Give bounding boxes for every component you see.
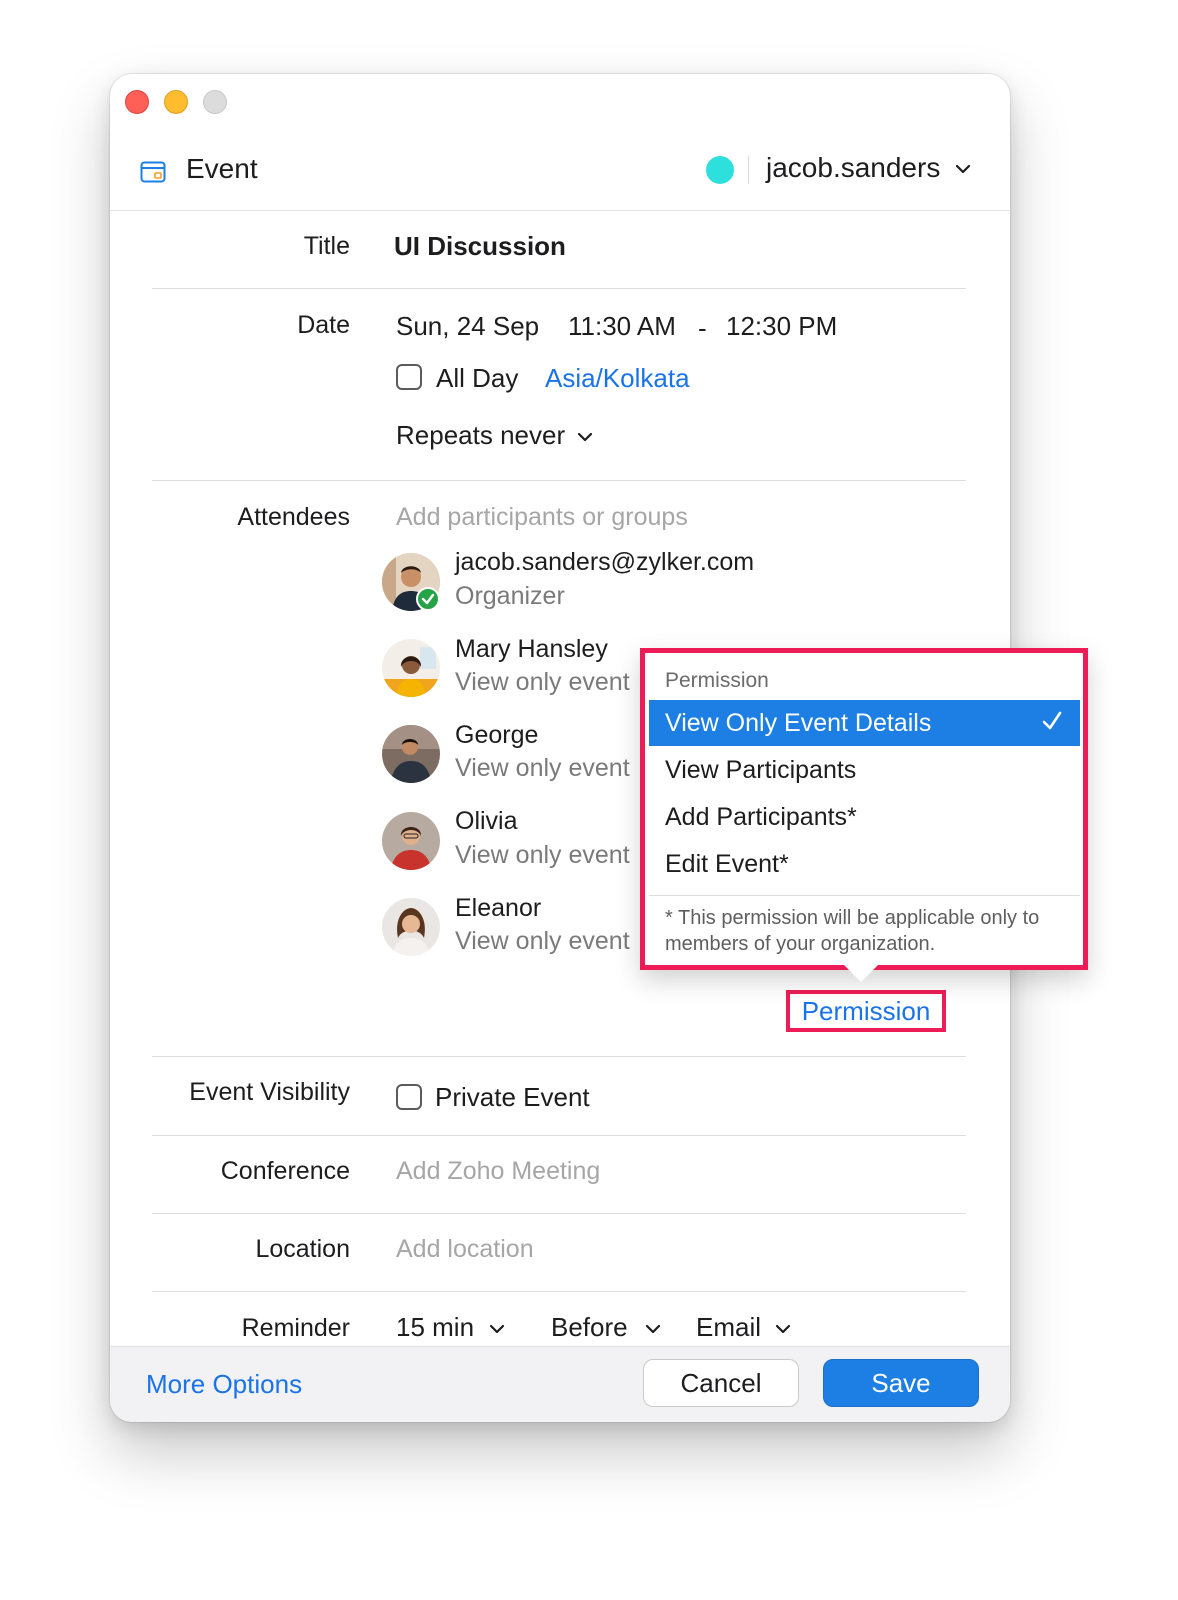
location-input[interactable]: Add location: [396, 1235, 534, 1264]
title-field[interactable]: UI Discussion: [394, 231, 566, 262]
attendees-label: Attendees: [237, 503, 350, 531]
menu-pointer: [843, 964, 879, 982]
divider: [152, 1135, 966, 1136]
calendar-event-icon: [140, 161, 166, 183]
reminder-method-dropdown[interactable]: Email: [696, 1312, 761, 1343]
account-color-dot: [706, 156, 734, 184]
conference-label: Conference: [220, 1157, 350, 1185]
end-time-field[interactable]: 12:30 PM: [726, 311, 837, 342]
all-day-label: All Day: [436, 363, 519, 393]
minimize-window-button[interactable]: [164, 90, 188, 114]
header-divider: [110, 210, 1010, 211]
visibility-label: Event Visibility: [189, 1078, 350, 1106]
attendee-permission[interactable]: View only event: [455, 841, 641, 870]
private-event-checkbox[interactable]: [396, 1084, 422, 1110]
conference-input[interactable]: Add Zoho Meeting: [396, 1157, 600, 1186]
chevron-down-icon[interactable]: [488, 1322, 506, 1336]
start-time-field[interactable]: 11:30 AM: [568, 311, 676, 342]
divider: [152, 1056, 966, 1057]
reminder-duration-dropdown[interactable]: 15 min: [396, 1312, 474, 1343]
attendee-name: jacob.sanders@zylker.com: [455, 548, 755, 576]
attendee-permission[interactable]: View only event: [455, 754, 641, 783]
divider: [152, 1213, 966, 1214]
close-window-button[interactable]: [125, 90, 149, 114]
attendee-role: Organizer: [455, 582, 565, 610]
permission-link[interactable]: Permission: [786, 990, 946, 1032]
permission-option-add-participants[interactable]: Add Participants*: [649, 794, 1080, 840]
avatar: [382, 898, 440, 956]
more-options-link[interactable]: More Options: [146, 1369, 302, 1400]
attendee-name: Olivia: [455, 807, 518, 835]
chevron-down-icon[interactable]: [576, 430, 594, 444]
all-day-checkbox[interactable]: [396, 364, 422, 390]
checkmark-icon: [1042, 711, 1062, 730]
chevron-down-icon[interactable]: [644, 1322, 662, 1336]
attendee-permission[interactable]: View only event: [455, 668, 641, 697]
account-selector[interactable]: jacob.sanders: [766, 152, 940, 184]
permission-option-view-only[interactable]: View Only Event Details: [649, 700, 1080, 746]
time-separator: -: [698, 313, 707, 343]
divider: [152, 1291, 966, 1292]
footer-bar: More Options Cancel Save: [110, 1346, 1010, 1422]
private-event-label: Private Event: [435, 1082, 590, 1112]
date-field[interactable]: Sun, 24 Sep: [396, 311, 539, 342]
permission-menu-header: Permission: [665, 669, 769, 692]
avatar: [382, 812, 440, 870]
attendee-permission[interactable]: View only event: [455, 927, 641, 956]
permission-option-label: View Only Event Details: [665, 709, 932, 737]
permission-note: * This permission will be applicable onl…: [665, 907, 1040, 955]
attendee-name: Mary Hansley: [455, 635, 608, 663]
location-label: Location: [255, 1235, 350, 1263]
cancel-button[interactable]: Cancel: [643, 1359, 799, 1407]
divider: [152, 480, 966, 481]
window-title: Event: [186, 153, 258, 184]
zoom-window-button[interactable]: [203, 90, 227, 114]
divider: [152, 288, 966, 289]
attendee-name: Eleanor: [455, 894, 542, 922]
permission-menu: Permission View Only Event Details View …: [640, 648, 1088, 970]
title-label: Title: [303, 232, 350, 260]
date-label: Date: [297, 311, 350, 339]
reminder-label: Reminder: [241, 1314, 350, 1342]
organizer-check-icon: [416, 587, 440, 611]
permission-option-label: Edit Event*: [665, 850, 789, 878]
timezone-link[interactable]: Asia/Kolkata: [545, 363, 690, 394]
add-participants-input[interactable]: Add participants or groups: [396, 503, 688, 532]
account-separator: [748, 156, 749, 184]
attendee-name: George: [455, 721, 539, 749]
chevron-down-icon[interactable]: [954, 162, 972, 176]
avatar: [382, 725, 440, 783]
permission-option-label: View Participants: [665, 756, 857, 784]
permission-option-view-participants[interactable]: View Participants: [649, 747, 1080, 793]
chevron-down-icon[interactable]: [774, 1322, 792, 1336]
permission-option-edit-event[interactable]: Edit Event*: [649, 841, 1080, 887]
permission-option-label: Add Participants*: [665, 803, 857, 831]
repeats-dropdown[interactable]: Repeats never: [396, 420, 565, 451]
reminder-when-dropdown[interactable]: Before: [551, 1312, 628, 1343]
save-button[interactable]: Save: [823, 1359, 979, 1407]
menu-divider: [649, 895, 1080, 896]
avatar: [382, 639, 440, 697]
